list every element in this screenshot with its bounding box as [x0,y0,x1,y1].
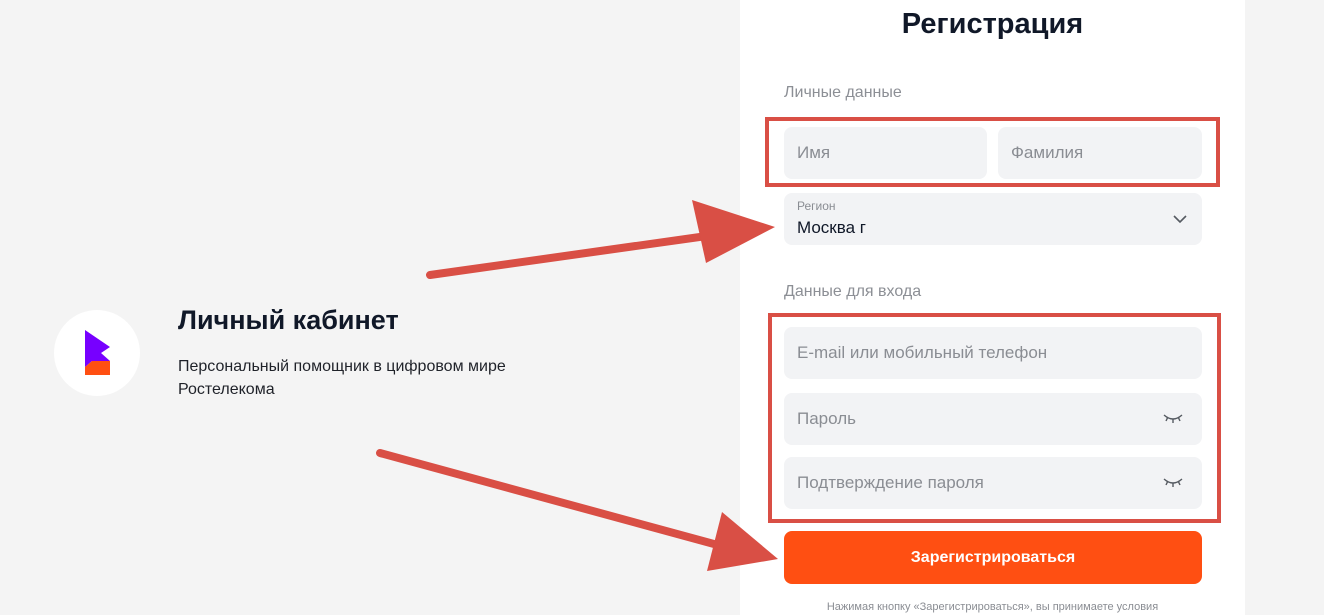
email-phone-placeholder: E-mail или мобильный телефон [797,343,1048,362]
brand-subtitle: Персональный помощник в цифровом мире Ро… [178,358,506,398]
first-name-input[interactable]: Имя [784,127,987,179]
region-label: Регион [797,199,836,213]
password-placeholder: Пароль [797,409,856,428]
form-title: Регистрация [901,8,1084,40]
terms-text: Нажимая кнопку «Зарегистрироваться», вы … [826,601,1159,613]
password-input[interactable]: Пароль [784,393,1202,445]
last-name-placeholder: Фамилия [1011,143,1084,162]
eye-closed-icon[interactable] [1162,411,1184,432]
last-name-input[interactable]: Фамилия [998,127,1202,179]
eye-closed-icon[interactable] [1162,475,1184,496]
region-value: Москва г [797,218,866,237]
register-button[interactable]: Зарегистрироваться [784,531,1202,584]
confirm-password-placeholder: Подтверждение пароля [797,473,984,492]
region-select[interactable]: Регион Москва г [784,193,1202,245]
login-data-section-label: Данные для входа [784,283,922,300]
rostelecom-logo-icon [54,310,140,396]
first-name-placeholder: Имя [797,143,831,162]
email-phone-input[interactable]: E-mail или мобильный телефон [784,327,1202,379]
registration-card: Регистрация Личные данные Имя Фамилия Ре… [740,0,1245,615]
brand-title: Личный кабинет [178,305,399,335]
chevron-down-icon[interactable] [1172,212,1188,231]
personal-data-section-label: Личные данные [784,84,902,101]
confirm-password-input[interactable]: Подтверждение пароля [784,457,1202,509]
brand-panel: Личный кабинет Персональный помощник в ц… [0,0,740,615]
